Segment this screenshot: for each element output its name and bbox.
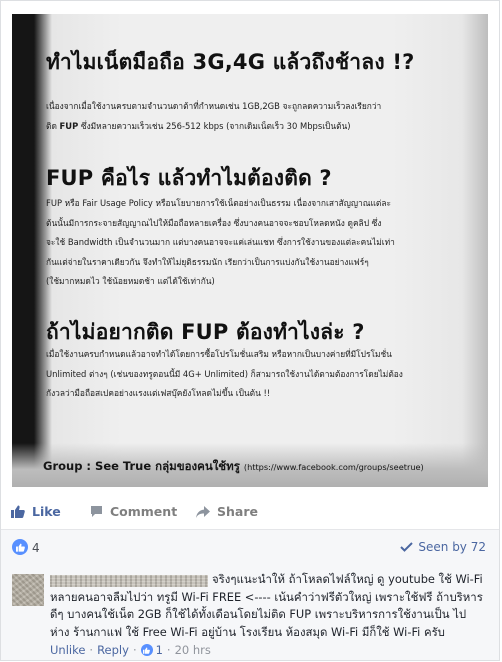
- heading-why-slow: ทำไมเน็ตมือถือ 3G,4G แล้วถึงช้าลง !?: [46, 50, 415, 74]
- share-arrow-icon: [196, 505, 210, 518]
- paragraph-line: เมื่อใช้งานครบกำหนดแล้วอาจทำได้โดยการซื้…: [46, 349, 392, 359]
- seen-by-label: Seen by 72: [418, 540, 486, 554]
- group-name: Group : See True กลุ่มของคนใช้ทรู: [43, 459, 240, 473]
- comment-line: ดีๆ บางคนใช้เน็ต 2GB ก็ใช้ได้ทั้งเดือนโด…: [50, 607, 467, 621]
- paragraph-line: (ใช้มากหมดไว ใช้น้อยหมดช้า แต่ได้ใช้เท่า…: [46, 276, 215, 286]
- comment-timestamp[interactable]: 20 hrs: [175, 643, 211, 657]
- paragraph-line: FUP หรือ Fair Usage Policy หรือนโยบายการ…: [46, 198, 391, 208]
- comment-icon: [91, 506, 102, 517]
- avatar[interactable]: [12, 574, 44, 606]
- post-image[interactable]: ทำไมเน็ตมือถือ 3G,4G แล้วถึงช้าลง !? เนื…: [12, 14, 488, 487]
- unlike-link[interactable]: Unlike: [50, 643, 85, 657]
- paragraph-line: ต้นนั้นมีการกระจายสัญญาณไปให้มือถือหลายเ…: [46, 217, 382, 228]
- share-button[interactable]: Share: [196, 504, 258, 519]
- thumbs-up-icon: [15, 543, 25, 552]
- like-label: Like: [32, 504, 61, 519]
- fup-term: FUP: [59, 120, 79, 131]
- paragraph-slow-reason: เนื่องจากเมื่อใช้งานครบตามจำนวนดาต้าที่ก…: [46, 97, 476, 136]
- like-button[interactable]: Like: [11, 504, 61, 519]
- paragraph-line: จะใช้ Bandwidth เป็นจำนวนมาก แต่บางคนอาจ…: [46, 237, 395, 247]
- comment-like-count[interactable]: 1: [156, 643, 163, 657]
- comment-label: Comment: [110, 504, 178, 519]
- post-stats-bar: 4 Seen by 72: [0, 530, 500, 564]
- paragraph-line: กังวลว่ามือถือสเปคอย่างแรงแต่เฟสบุ๊คยังโ…: [46, 388, 271, 398]
- comment-section: จริงๆแนะนำให้ ถ้าโหลดไฟล์ใหญ่ ดู youtube…: [0, 564, 500, 661]
- thumbs-up-icon: [143, 647, 150, 654]
- group-url: (https://www.facebook.com/groups/seetrue…: [243, 462, 424, 472]
- thumbs-up-icon: [11, 505, 25, 518]
- paragraph-fup-definition: FUP หรือ Fair Usage Policy หรือนโยบายการ…: [46, 194, 476, 292]
- like-count[interactable]: 4: [32, 541, 40, 555]
- seen-by[interactable]: Seen by 72: [400, 540, 486, 554]
- heading-what-is-fup: FUP คือไร แล้วทำไมต้องติด ?: [46, 166, 332, 190]
- separator-dot: ·: [89, 643, 94, 657]
- comment-line: จริงๆแนะนำให้ ถ้าโหลดไฟล์ใหญ่ ดู youtube…: [50, 571, 490, 589]
- post-actions-bar: Like Comment Share: [0, 497, 500, 527]
- paragraph-line: ติด FUP ซึ่งมีหลายความเร็วเช่น 256-512 k…: [46, 120, 351, 131]
- separator-dot: ·: [166, 643, 171, 657]
- paragraph-avoid-fup: เมื่อใช้งานครบกำหนดแล้วอาจทำได้โดยการซื้…: [46, 345, 476, 404]
- group-credit: Group : See True กลุ่มของคนใช้ทรู (https:…: [43, 458, 424, 476]
- comment-text: จริงๆแนะนำให้ ถ้าโหลดไฟล์ใหญ่ ดู youtube…: [212, 572, 483, 586]
- comment-body: จริงๆแนะนำให้ ถ้าโหลดไฟล์ใหญ่ ดู youtube…: [50, 571, 490, 641]
- reply-link[interactable]: Reply: [97, 643, 129, 657]
- comment-meta: Unlike · Reply · 1 · 20 hrs: [50, 643, 211, 657]
- comment-line: ห่าง ร้านกาแฟ ใช้ Free Wi-Fi อยู่บ้าน โร…: [50, 624, 445, 639]
- paragraph-line: เนื่องจากเมื่อใช้งานครบตามจำนวนดาต้าที่ก…: [46, 101, 382, 111]
- paragraph-text: ซึ่งมีหลายความเร็วเช่น 256-512 kbps (จาก…: [80, 120, 351, 131]
- like-badge: [140, 644, 153, 656]
- checkmark-icon: [400, 542, 414, 552]
- paragraph-line: กันแต่จ่ายในราคาเดียวกัน จึงทำให้ไม่ยุติ…: [46, 256, 369, 267]
- like-badge[interactable]: [12, 539, 28, 555]
- paragraph-line: Unlimited ต่างๆ (เช่นของทรูตอนนี้มี 4G+ …: [46, 368, 403, 379]
- comment-button[interactable]: Comment: [90, 504, 177, 519]
- separator-dot: ·: [132, 643, 137, 657]
- share-label: Share: [217, 504, 258, 519]
- comment-line: หลายคนอาจลืมไปว่า ทรูมี Wi-Fi FREE <----…: [50, 589, 483, 604]
